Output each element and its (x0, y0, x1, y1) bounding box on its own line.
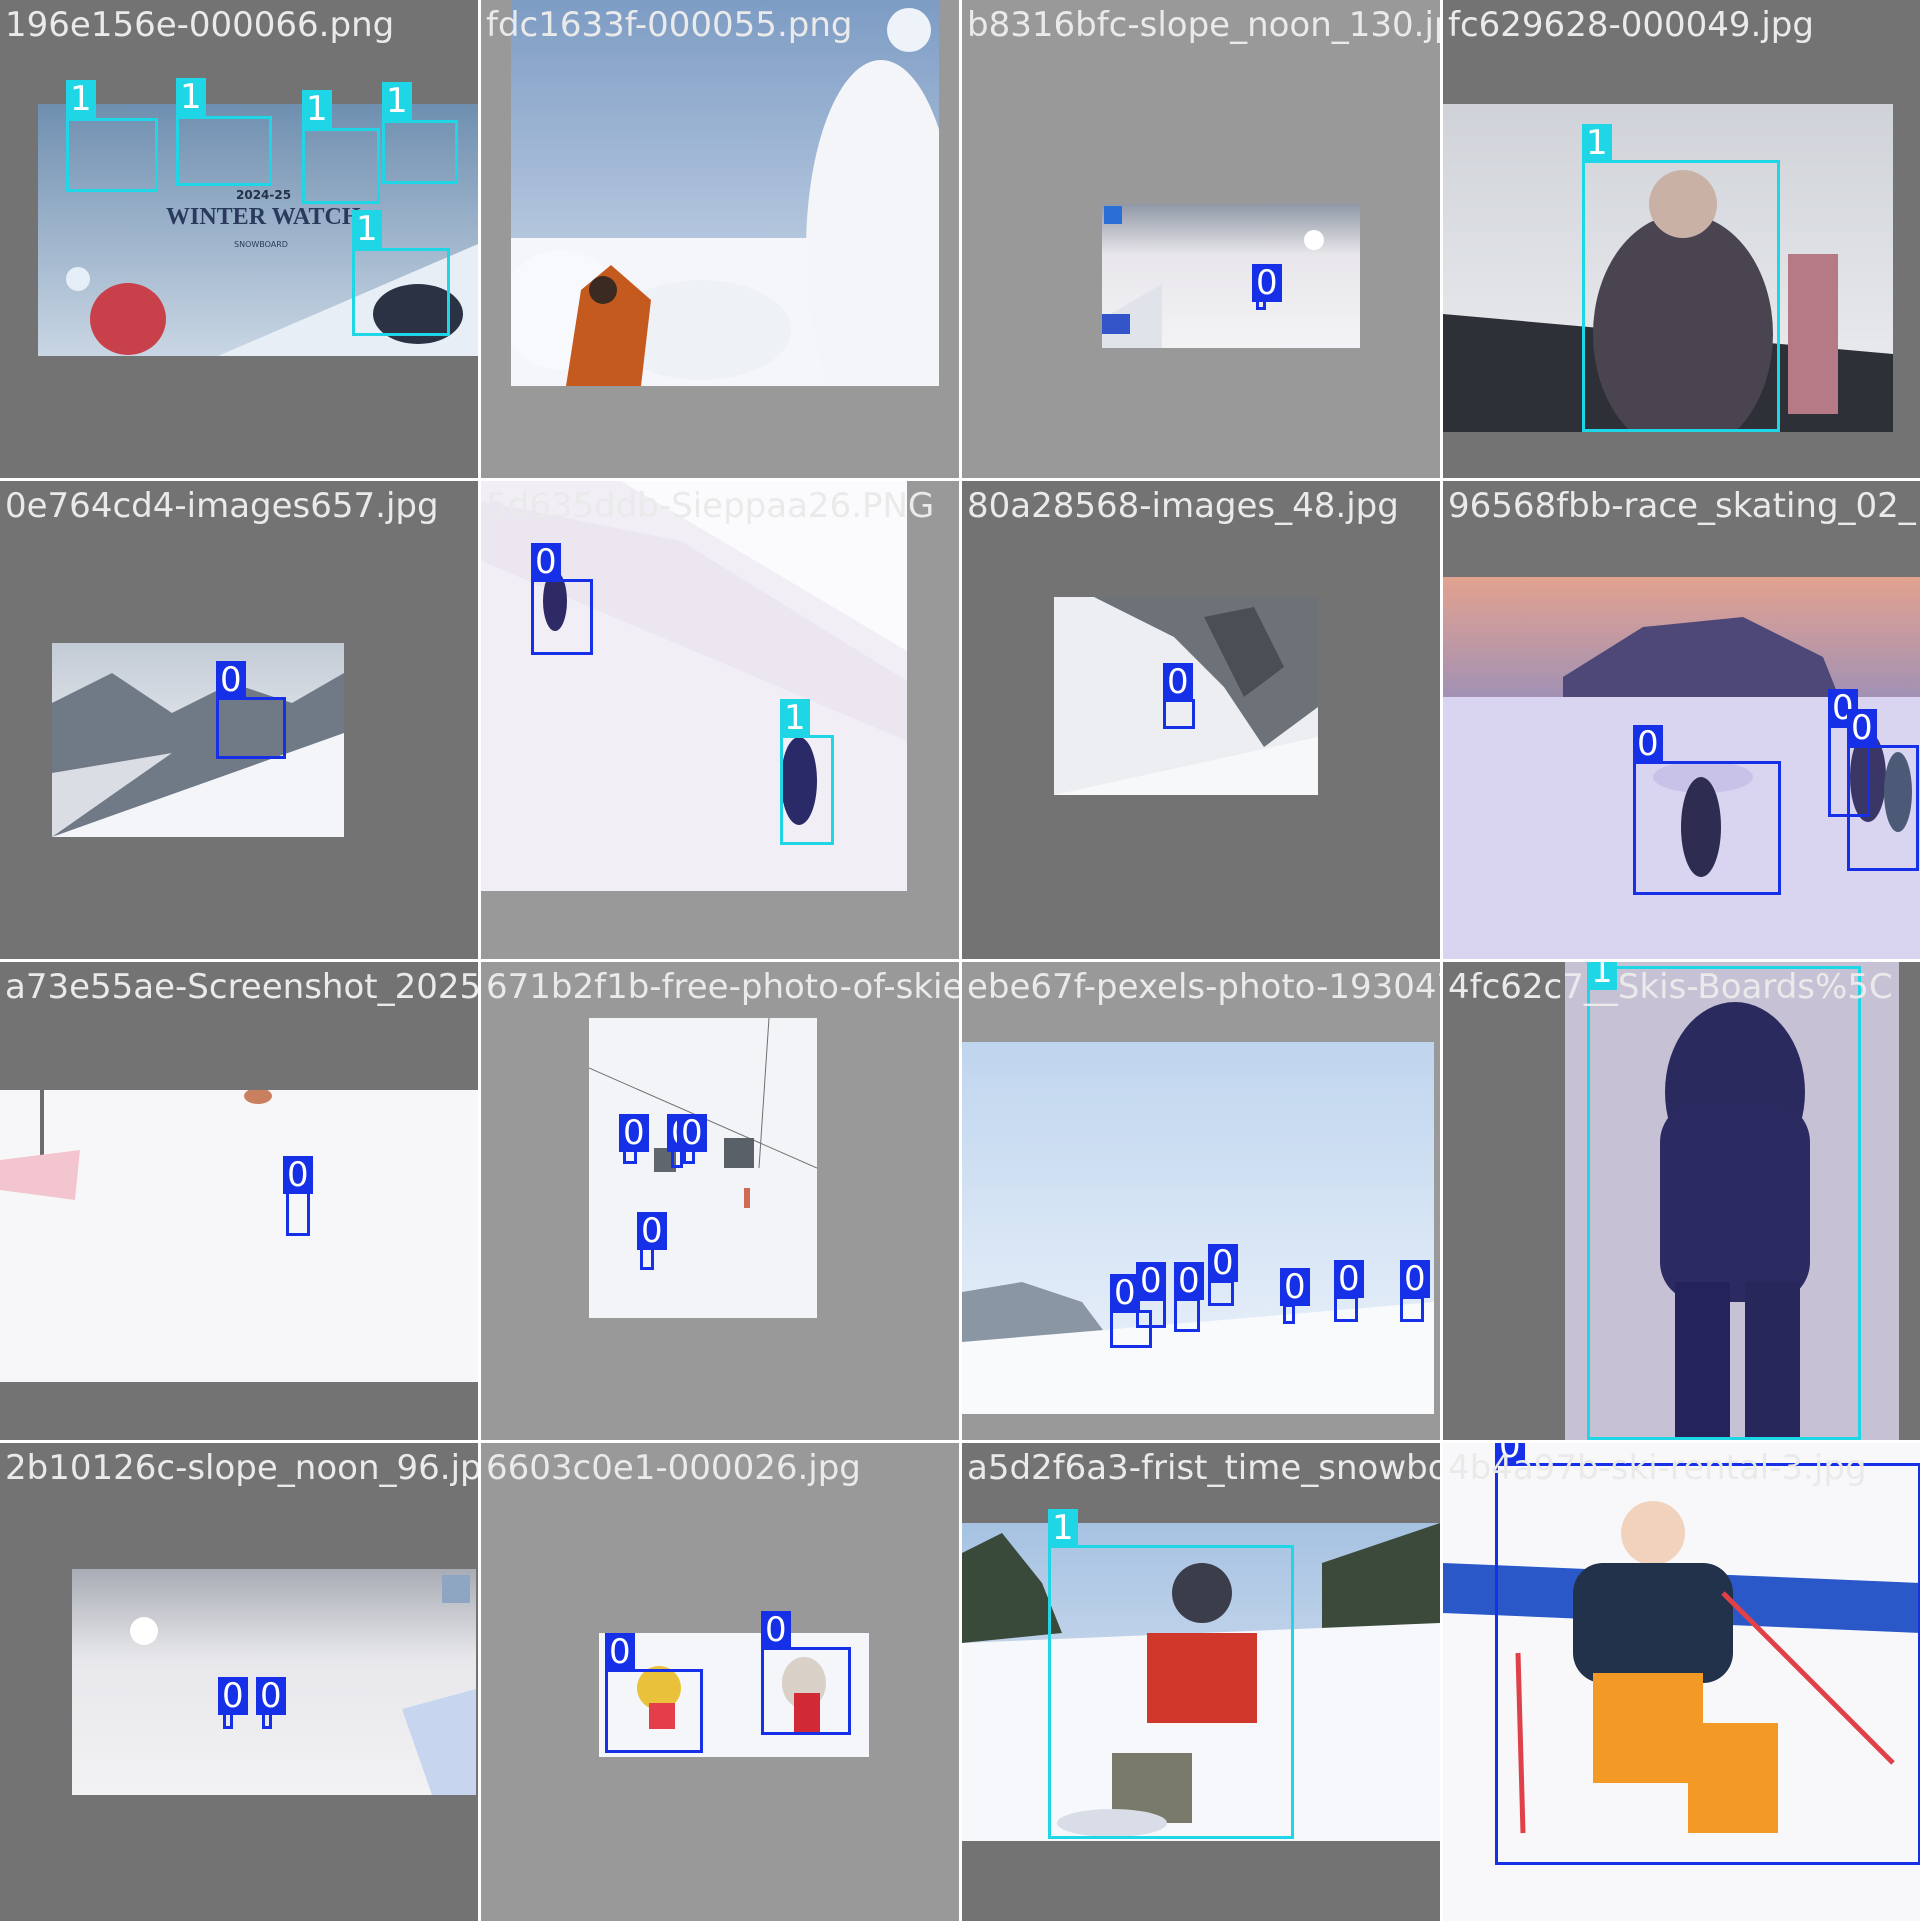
bbox[interactable] (216, 697, 286, 759)
tile-5[interactable]: 0 1 5d635ddb-Sieppaa26.PNG (481, 481, 959, 959)
bbox-label: 0 (218, 1677, 248, 1715)
tile-12[interactable]: 0 0 2b10126c-slope_noon_96.jpg (0, 1443, 478, 1921)
bbox-label: 0 (761, 1611, 791, 1649)
bbox[interactable] (605, 1669, 703, 1753)
tile-11[interactable]: 1 4fc62c7__Skis-Boards%5C (1443, 962, 1920, 1440)
bbox-label: 0 (1252, 264, 1282, 302)
bbox-label: 0 (216, 661, 246, 699)
bbox-label: 1 (1048, 1509, 1078, 1547)
tile-photo (52, 643, 344, 837)
bbox-label: 0 (637, 1212, 667, 1250)
tile-filename: a5d2f6a3-frist_time_snowboard (967, 1448, 1440, 1488)
tile-photo (511, 0, 939, 386)
tile-filename: 196e156e-000066.png (5, 5, 395, 45)
bbox-label: 0 (619, 1114, 649, 1152)
bbox-label: 1 (302, 90, 332, 128)
tile-filename: 80a28568-images_48.jpg (967, 486, 1399, 526)
bbox-label: 0 (1280, 1268, 1310, 1306)
poster-title: WINTER WATCH (166, 204, 361, 230)
tile-filename: 4fc62c7__Skis-Boards%5C (1448, 967, 1893, 1007)
bbox-label: 1 (176, 78, 206, 116)
tile-14[interactable]: 1 a5d2f6a3-frist_time_snowboard (962, 1443, 1440, 1921)
tile-filename: 96568fbb-race_skating_02_ (1448, 486, 1916, 526)
tile-0[interactable]: 2024-25 WINTER WATCH SNOWBOARD 1 1 1 1 1… (0, 0, 478, 478)
bbox[interactable] (1174, 1298, 1200, 1332)
bbox-label: 1 (382, 82, 412, 120)
bbox-label: 0 (256, 1677, 286, 1715)
bbox[interactable] (1400, 1296, 1424, 1322)
bbox[interactable] (1633, 761, 1781, 895)
tile-filename: fdc1633f-000055.png (486, 5, 853, 45)
bbox[interactable] (1495, 1463, 1920, 1865)
tile-filename: fc629628-000049.jpg (1448, 5, 1814, 45)
tile-photo (1102, 204, 1360, 348)
tile-8[interactable]: 0 a73e55ae-Screenshot_2025-03-02_133259 (0, 962, 478, 1440)
tile-filename: ebe67f-pexels-photo-19304766 (967, 967, 1440, 1007)
bbox-label: 0 (283, 1156, 313, 1194)
poster-subtitle: SNOWBOARD (234, 240, 288, 249)
tile-9[interactable]: 0 0 0 0 671b2f1b-free-photo-of-skiers-de… (481, 962, 959, 1440)
bbox[interactable] (352, 248, 450, 336)
bbox[interactable] (531, 579, 593, 655)
tile-1[interactable]: fdc1633f-000055.png (481, 0, 959, 478)
bbox[interactable] (1582, 160, 1780, 432)
bbox-label: 0 (677, 1114, 707, 1152)
grid-divider (0, 1440, 1920, 1443)
bbox[interactable] (1163, 699, 1195, 729)
tile-photo (589, 1018, 817, 1318)
tile-filename: 5d635ddb-Sieppaa26.PNG (486, 486, 935, 526)
tile-filename: b8316bfc-slope_noon_130.jpg (967, 5, 1440, 45)
bbox-label: 0 (1174, 1262, 1204, 1300)
grid-divider (0, 478, 1920, 481)
bbox[interactable] (1136, 1298, 1166, 1328)
tile-6[interactable]: 0 80a28568-images_48.jpg (962, 481, 1440, 959)
bbox-label: 0 (1633, 725, 1663, 763)
bbox[interactable] (176, 116, 272, 186)
bbox-label: 0 (1847, 709, 1877, 747)
tile-2[interactable]: 0 b8316bfc-slope_noon_130.jpg (962, 0, 1440, 478)
tile-3[interactable]: 1 fc629628-000049.jpg (1443, 0, 1920, 478)
bbox[interactable] (382, 120, 458, 184)
tile-7[interactable]: 0 0 0 96568fbb-race_skating_02_ (1443, 481, 1920, 959)
bbox[interactable] (1847, 745, 1919, 871)
tile-13[interactable]: 0 0 6603c0e1-000026.jpg (481, 1443, 959, 1921)
tile-filename: 671b2f1b-free-photo-of-skiers-descending (486, 967, 959, 1007)
tile-filename: a73e55ae-Screenshot_2025-03-02_133259 (5, 967, 478, 1007)
bbox-label: 0 (605, 1633, 635, 1671)
tile-photo (962, 1042, 1434, 1414)
bbox-label: 0 (1400, 1260, 1430, 1298)
bbox[interactable] (1048, 1545, 1294, 1839)
bbox-label: 0 (1208, 1244, 1238, 1282)
grid-divider (0, 959, 1920, 962)
tile-15[interactable]: 0 4b4a97b-ski-rental-3.jpg (1443, 1443, 1920, 1921)
bbox-label: 1 (1582, 124, 1612, 162)
tile-filename: 2b10126c-slope_noon_96.jpg (5, 1448, 478, 1488)
bbox-label: 0 (531, 543, 561, 581)
bbox[interactable] (66, 118, 158, 192)
mosaic-grid: 2024-25 WINTER WATCH SNOWBOARD 1 1 1 1 1… (0, 0, 1920, 1921)
tile-photo (0, 1090, 478, 1382)
bbox-label: 0 (1136, 1262, 1166, 1300)
bbox-label: 1 (352, 210, 382, 248)
tile-filename: 0e764cd4-images657.jpg (5, 486, 439, 526)
bbox[interactable] (1208, 1280, 1234, 1306)
poster-caption: 2024-25 (236, 188, 292, 202)
bbox[interactable] (1283, 1304, 1295, 1324)
bbox[interactable] (1334, 1296, 1358, 1322)
tile-filename: 6603c0e1-000026.jpg (486, 1448, 861, 1488)
tile-filename: 4b4a97b-ski-rental-3.jpg (1448, 1448, 1867, 1488)
bbox[interactable] (302, 128, 380, 204)
bbox-label: 0 (1334, 1260, 1364, 1298)
tile-4[interactable]: 0 0e764cd4-images657.jpg (0, 481, 478, 959)
bbox-label: 1 (66, 80, 96, 118)
bbox[interactable] (286, 1190, 310, 1236)
tile-10[interactable]: 0 0 0 0 0 0 0 ebe67f-pexels-photo-193047… (962, 962, 1440, 1440)
bbox[interactable] (1587, 966, 1861, 1440)
bbox-label: 0 (1163, 663, 1193, 701)
bbox-label: 1 (780, 699, 810, 737)
bbox[interactable] (780, 735, 834, 845)
bbox[interactable] (761, 1647, 851, 1735)
